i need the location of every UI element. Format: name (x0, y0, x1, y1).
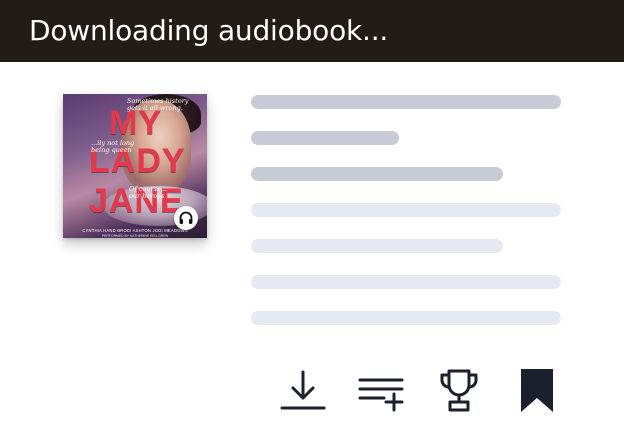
cover-tagline: being queen (91, 146, 132, 154)
skeleton-line-title (251, 95, 561, 109)
skeleton-line-meta (251, 275, 561, 289)
bookmark-button[interactable] (514, 368, 560, 414)
audiobook-badge (174, 206, 198, 230)
download-button[interactable] (280, 368, 326, 414)
trophy-icon (436, 368, 482, 414)
skeleton-line-meta (251, 239, 503, 253)
skeleton-line-meta (251, 311, 561, 325)
skeleton-line-narrator (251, 167, 503, 181)
download-icon (280, 368, 326, 414)
skeleton-line-author (251, 131, 399, 145)
page-title: Downloading audiobook... (29, 14, 389, 47)
add-to-queue-icon (358, 368, 404, 414)
cover-narrator: PERFORMED BY KATHERINE KELLGREN (101, 234, 169, 238)
bookmark-icon (514, 368, 560, 414)
awards-button[interactable] (436, 368, 482, 414)
cover-title-line-1: MY (109, 104, 162, 142)
cover-tagline: our heroes (129, 192, 165, 200)
add-to-queue-button[interactable] (358, 368, 404, 414)
skeleton-line-meta (251, 203, 561, 217)
header-bar: Downloading audiobook... (0, 0, 624, 62)
cover-tagline: gets it all wrong. (127, 104, 183, 112)
